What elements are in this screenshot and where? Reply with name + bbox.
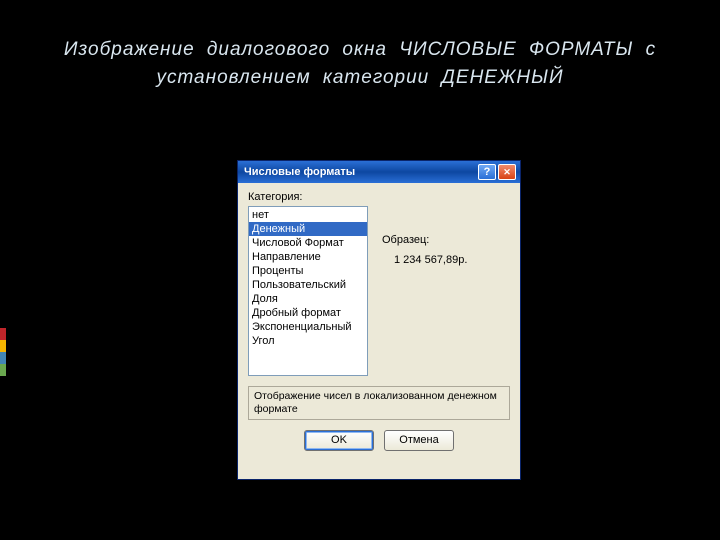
category-item[interactable]: Пользовательский	[249, 278, 367, 292]
close-icon[interactable]	[498, 164, 516, 180]
category-item[interactable]: Угол	[249, 334, 367, 348]
ok-button[interactable]: OK	[304, 430, 374, 451]
category-item[interactable]: Доля	[249, 292, 367, 306]
cancel-button[interactable]: Отмена	[384, 430, 454, 451]
category-item[interactable]: Проценты	[249, 264, 367, 278]
dialog-button-row: OK Отмена	[248, 430, 510, 451]
description-text: Отображение чисел в локализованном денеж…	[254, 390, 497, 415]
category-item[interactable]: Экспоненциальный	[249, 320, 367, 334]
category-item[interactable]: Денежный	[249, 222, 367, 236]
slide-accent-bar	[0, 328, 6, 376]
sample-label: Образец:	[382, 234, 510, 246]
description-box: Отображение чисел в локализованном денеж…	[248, 386, 510, 420]
slide-caption: Изображение диалогового окна ЧИСЛОВЫЕ ФО…	[0, 0, 720, 91]
category-item[interactable]: Числовой Формат	[249, 236, 367, 250]
category-item[interactable]: нет	[249, 208, 367, 222]
caption-line-2: установлением категории ДЕНЕЖНЫЙ	[156, 67, 563, 88]
category-label: Категория:	[248, 191, 510, 203]
help-icon[interactable]	[478, 164, 496, 180]
dialog-title: Числовые форматы	[244, 166, 476, 178]
dialog-titlebar[interactable]: Числовые форматы	[238, 161, 520, 183]
category-item[interactable]: Направление	[249, 250, 367, 264]
category-item[interactable]: Дробный формат	[249, 306, 367, 320]
sample-area: Образец: 1 234 567,89р.	[382, 206, 510, 376]
caption-line-1: Изображение диалогового окна ЧИСЛОВЫЕ ФО…	[64, 39, 656, 60]
category-listbox[interactable]: нетДенежныйЧисловой ФорматНаправлениеПро…	[248, 206, 368, 376]
number-formats-dialog: Числовые форматы Категория: нетДенежныйЧ…	[237, 160, 521, 480]
dialog-body: Категория: нетДенежныйЧисловой ФорматНап…	[238, 183, 520, 457]
sample-value: 1 234 567,89р.	[394, 254, 510, 266]
